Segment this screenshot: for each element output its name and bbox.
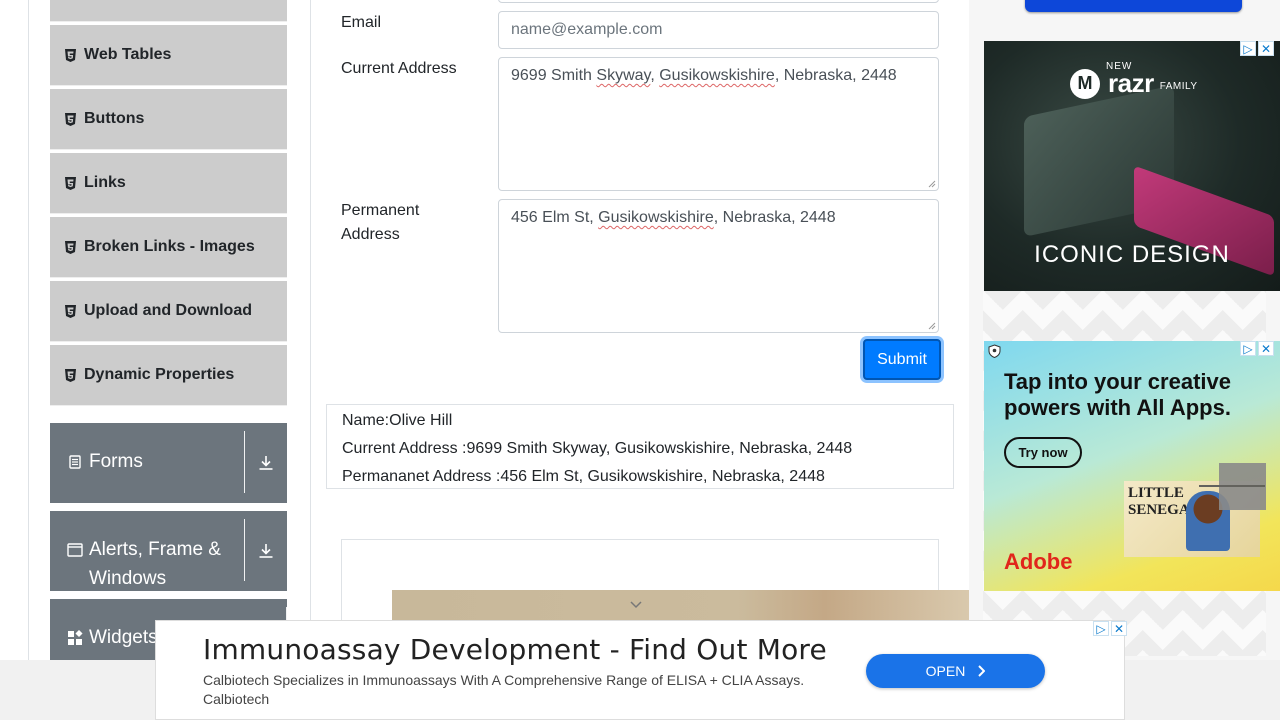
close-icon[interactable]: ✕ [1258,41,1274,56]
html5-icon [64,48,77,62]
chevron-down-icon[interactable] [629,600,643,610]
try-now-button[interactable]: Try now [1004,437,1082,468]
chevron-right-icon [978,665,986,677]
sidebar: Web Tables Buttons Links Broken Links - … [29,0,311,679]
sidebar-item-dynamic-properties[interactable]: Dynamic Properties [50,344,287,406]
text-segment: , Nebraska, 2448 [713,209,836,226]
sidebar-item-label: Upload and Download [84,302,252,319]
shield-icon [988,344,1001,358]
ad-top-button[interactable] [1025,0,1242,12]
close-icon[interactable]: ✕ [1258,341,1274,356]
sidebar-item-label: Broken Links - Images [84,238,255,255]
page: Web Tables Buttons Links Broken Links - … [0,0,1280,720]
current-address-textarea[interactable]: 9699 Smith Skyway, Gusikowskishire, Nebr… [498,57,939,191]
ad-family: FAMILY [1159,81,1198,92]
html5-icon [64,368,77,382]
current-address-label: Current Address [341,60,457,77]
ad-headline: Tap into your creative powers with All A… [1004,369,1231,420]
sidebar-item-upload-download[interactable]: Upload and Download [50,280,287,342]
adchoices-icon[interactable]: ▷ [1240,41,1256,56]
form-icon [69,455,81,469]
bottom-banner-ad[interactable]: Immunoassay Development - Find Out More … [155,620,1127,720]
output-current-address: Current Address :9699 Smith Skyway, Gusi… [342,440,853,457]
group-alerts-frame-windows[interactable]: Alerts, Frame & Windows [50,511,287,591]
banner-description: Calbiotech Specializes in Immunoassays W… [203,672,805,688]
open-button[interactable]: OPEN [866,654,1045,688]
html5-icon [64,112,77,126]
group-label: Forms [89,451,143,472]
download-icon [245,423,287,471]
ad-choices[interactable]: ▷ ✕ [1240,41,1274,56]
close-icon[interactable]: ✕ [1111,621,1127,636]
open-label: OPEN [925,663,966,679]
adchoices-icon[interactable]: ▷ [1240,341,1256,356]
right-ad-column: NEW M razr FAMILY ICONIC DESIGN ▷ ✕ Tap … [969,0,1280,660]
output-permanent-address: Permananet Address :456 Elm St, Gusikows… [342,468,825,485]
email-input[interactable]: name@example.com [498,11,939,49]
sidebar-item-buttons[interactable]: Buttons [50,88,287,150]
group-forms[interactable]: Forms [50,423,287,503]
left-rail [0,0,29,660]
overlay-square [1199,463,1266,510]
download-icon [245,511,287,559]
html5-icon [64,304,77,318]
sidebar-item-label: Links [84,174,126,191]
text-segment: 9699 Smith [511,67,597,84]
name-input-remnant[interactable] [498,0,939,3]
motorola-m-icon: M [1070,68,1100,99]
ad-choices[interactable]: ▷ ✕ [1240,341,1274,356]
text-segment: , [650,67,660,84]
motorola-ad[interactable]: NEW M razr FAMILY ICONIC DESIGN ▷ ✕ [984,41,1280,291]
spellcheck-word: Gusikowskishire [598,209,714,226]
resize-handle-icon[interactable] [928,180,936,188]
submit-button[interactable]: Submit [863,339,941,380]
text-segment: 456 Elm St, [511,209,599,226]
adobe-ad[interactable]: Tap into your creative powers with All A… [984,341,1280,591]
banner-source: Calbiotech [203,691,270,707]
permanent-address-label: Permanent Address [341,202,420,243]
motorola-logo: M razr FAMILY [1070,68,1198,99]
html5-icon [64,176,77,190]
adchoices-icon[interactable]: ▷ [1093,621,1109,636]
adobe-logo: Adobe [1004,549,1073,574]
spellcheck-word: Skyway [596,67,651,84]
sidebar-item-text-box[interactable] [50,0,287,22]
elements-menu-list: Web Tables Buttons Links Broken Links - … [50,0,287,408]
sidebar-item-web-tables[interactable]: Web Tables [50,24,287,86]
sidebar-item-label: Buttons [84,110,145,127]
ad-choices[interactable]: ▷ ✕ [1093,621,1127,636]
output-name: Name:Olive Hill [342,412,453,429]
poster-title: LITTLE SENEGAL [1128,485,1200,518]
spellcheck-word: Gusikowskishire [659,67,775,84]
group-divider [244,431,245,493]
group-divider [244,519,245,581]
ad-tagline: ICONIC DESIGN [1034,241,1230,268]
sidebar-item-label: Web Tables [84,46,172,63]
permanent-address-textarea[interactable]: 456 Elm St, Gusikowskishire, Nebraska, 2… [498,199,939,333]
sidebar-item-label: Dynamic Properties [84,366,235,383]
group-label: Widgets [89,627,158,648]
group-label: Alerts, Frame & Windows [89,539,221,589]
email-label: Email [341,14,382,31]
sidebar-item-broken-links[interactable]: Broken Links - Images [50,216,287,278]
html5-icon [64,240,77,254]
widgets-icon [68,630,83,645]
resize-handle-icon[interactable] [928,322,936,330]
output-box: Name:Olive Hill Current Address :9699 Sm… [326,404,954,489]
text-segment: , Nebraska, 2448 [774,67,897,84]
window-icon [67,543,83,557]
practice-form: Email name@example.com Current Address 9… [311,0,969,670]
banner-headline[interactable]: Immunoassay Development - Find Out More [203,633,827,666]
sidebar-item-links[interactable]: Links [50,152,287,214]
ad-product: razr [1108,68,1154,98]
